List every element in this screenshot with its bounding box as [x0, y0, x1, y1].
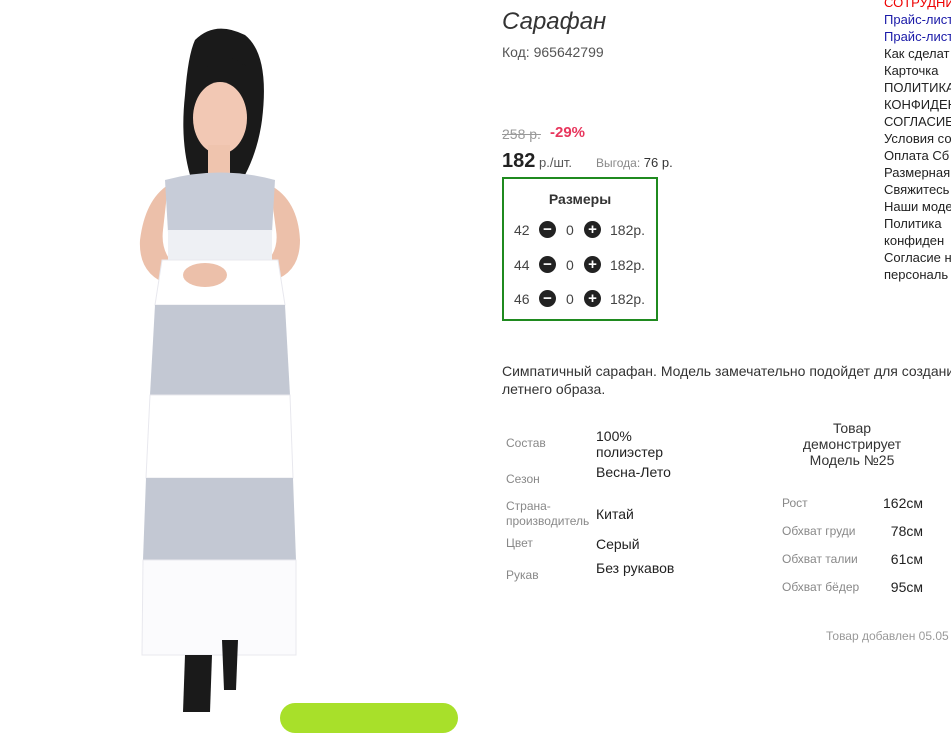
- model-param-label: Обхват бёдер: [782, 580, 860, 594]
- model-param-label: Обхват груди: [782, 524, 856, 538]
- size-qty: 0: [566, 291, 574, 307]
- size-label: 44: [514, 257, 530, 273]
- sizes-panel: Размеры 42 − 0 + 182р. 44 − 0 + 182р. 46…: [502, 177, 658, 321]
- benefit: Выгода: 76 р.: [596, 155, 673, 170]
- size-price: 182р.: [610, 257, 646, 273]
- model-param-value: 162см: [883, 495, 923, 511]
- size-qty: 0: [566, 222, 574, 238]
- right-link[interactable]: Как сделат: [884, 45, 951, 62]
- price: 182 р./шт.: [502, 150, 572, 173]
- prop-label: Страна-производитель: [506, 499, 590, 528]
- right-link[interactable]: ПОЛИТИКА: [884, 79, 951, 96]
- model-param-label: Рост: [782, 496, 808, 510]
- prop-label: Цвет: [506, 536, 533, 550]
- prop-value: 100% полиэстер: [596, 428, 664, 460]
- model-heading: Товар демонстрирует Модель №25: [802, 420, 902, 468]
- right-link[interactable]: Условия со: [884, 130, 951, 147]
- prop-label: Рукав: [506, 568, 539, 582]
- benefit-label: Выгода:: [596, 156, 641, 170]
- size-row: 42 − 0 + 182р.: [504, 220, 656, 240]
- right-link[interactable]: Свяжитесь: [884, 181, 951, 198]
- right-link[interactable]: Прайс-лист: [884, 11, 951, 28]
- prop-value: Весна-Лето: [596, 464, 671, 480]
- product-title: Сарафан: [502, 8, 607, 35]
- right-link[interactable]: Оплата Сб: [884, 147, 951, 164]
- right-link[interactable]: Согласие н: [884, 249, 951, 266]
- right-link[interactable]: Размерная: [884, 164, 951, 181]
- sizes-heading: Размеры: [548, 191, 612, 207]
- right-link[interactable]: Карточка: [884, 62, 951, 79]
- discount-badge: -29%: [550, 124, 586, 141]
- price-unit: р./шт.: [535, 155, 572, 170]
- right-link[interactable]: конфиден: [884, 232, 951, 249]
- product-photo: [139, 28, 300, 712]
- benefit-value: 76 р.: [640, 155, 673, 170]
- model-param-value: 61см: [890, 551, 923, 567]
- prop-value: Серый: [596, 536, 640, 552]
- prop-label: Сезон: [506, 472, 540, 486]
- model-param-value: 95см: [890, 579, 923, 595]
- prop-label: Состав: [506, 436, 546, 450]
- size-row: 46 − 0 + 182р.: [504, 289, 656, 309]
- right-link[interactable]: СОТРУДНИ: [884, 0, 951, 11]
- right-link[interactable]: Прайс-лист: [884, 28, 951, 45]
- minus-icon[interactable]: −: [539, 256, 556, 273]
- minus-icon[interactable]: −: [539, 290, 556, 307]
- model-param-value: 78см: [890, 523, 923, 539]
- right-link[interactable]: Наши моде: [884, 198, 951, 215]
- right-link[interactable]: КОНФИДЕН: [884, 96, 951, 113]
- size-price: 182р.: [610, 291, 646, 307]
- right-link[interactable]: персональ: [884, 266, 951, 283]
- added-date: Товар добавлен 05.05: [826, 629, 949, 643]
- model-param-label: Обхват талии: [782, 552, 858, 566]
- prop-value: Китай: [596, 506, 634, 522]
- price-value: 182: [502, 150, 536, 172]
- right-links: СОТРУДНИ Прайс-лист Прайс-лист Как сдела…: [884, 0, 951, 283]
- minus-icon[interactable]: −: [539, 221, 556, 238]
- size-price: 182р.: [610, 222, 646, 238]
- size-row: 44 − 0 + 182р.: [504, 255, 656, 275]
- right-link[interactable]: Политика: [884, 215, 951, 232]
- plus-icon[interactable]: +: [584, 290, 601, 307]
- plus-icon[interactable]: +: [584, 221, 601, 238]
- prop-value: Без рукавов: [596, 560, 675, 576]
- plus-icon[interactable]: +: [584, 256, 601, 273]
- size-label: 42: [514, 222, 530, 238]
- right-link[interactable]: СОГЛАСИЕ: [884, 113, 951, 130]
- size-label: 46: [514, 291, 530, 307]
- add-to-cart-button[interactable]: [280, 703, 458, 733]
- old-price: 258 р.: [502, 126, 541, 142]
- product-description: Симпатичный сарафан. Модель замечательно…: [502, 363, 951, 397]
- size-qty: 0: [566, 257, 574, 273]
- product-code: Код: 965642799: [502, 44, 604, 60]
